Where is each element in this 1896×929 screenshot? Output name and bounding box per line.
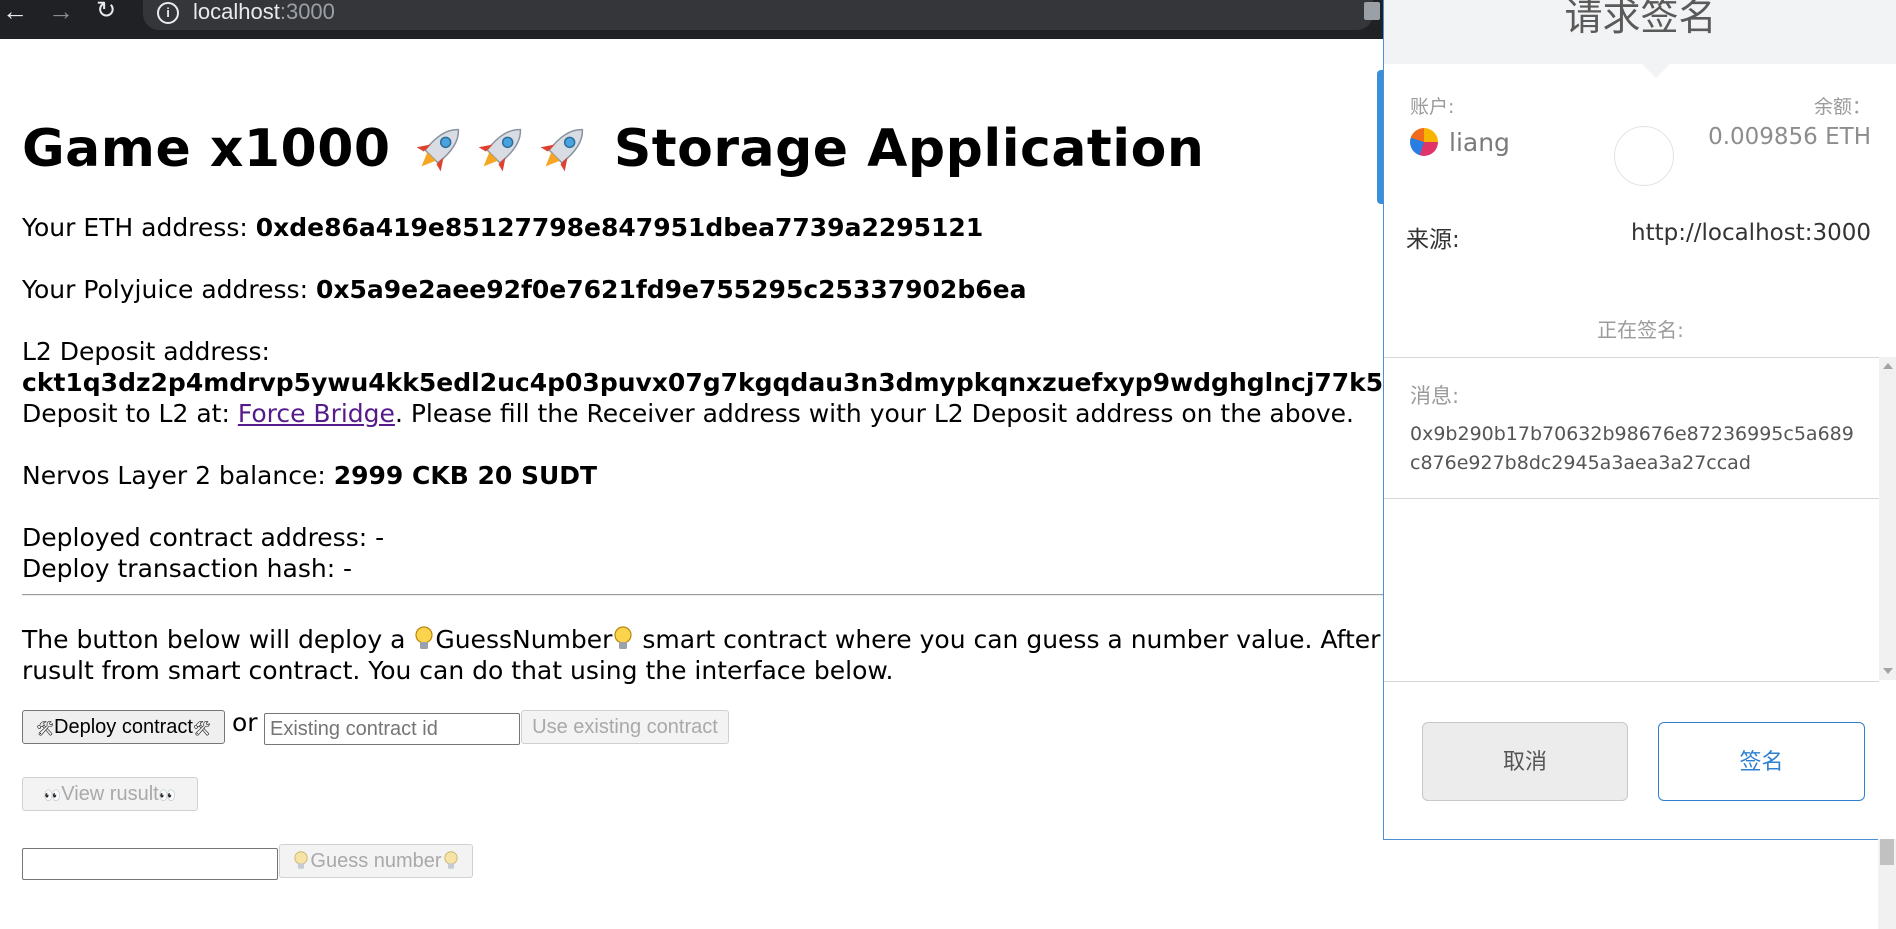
divider [22, 594, 1384, 596]
deploy-transaction-hash: Deploy transaction hash: - [22, 554, 353, 583]
translate-icon[interactable] [1364, 2, 1380, 20]
lightbulb-icon [443, 851, 458, 869]
guess-number-label: Guess number [310, 850, 442, 872]
deposit-prefix: Deposit to L2 at: [22, 399, 238, 428]
description-line-1: The button below will deploy a GuessNumb… [22, 625, 1384, 654]
guess-number-input[interactable] [22, 848, 278, 880]
balance-value: 2999 CKB 20 SUDT [333, 461, 598, 490]
site-info-icon[interactable]: i [157, 2, 179, 24]
account-avatar-icon [1410, 128, 1438, 156]
view-result-label: View rusult [61, 783, 159, 805]
dapp-page: Game x1000 Storage Application Your ETH … [0, 39, 1384, 929]
eth-address-line: Your ETH address: 0xde86a419e85127798e84… [22, 213, 983, 242]
deploy-contract-label: Deploy contract [54, 716, 193, 738]
lightbulb-icon [415, 626, 433, 649]
rocket-icon [478, 128, 522, 172]
polyjuice-address-value: 0x5a9e2aee92f0e7621fd9e755295c25337902b6… [315, 275, 1027, 304]
description-contract-name: GuessNumber [435, 625, 613, 654]
l2-deposit-label: L2 Deposit address: [22, 337, 270, 366]
eyes-icon: 👀 [158, 787, 177, 803]
lightbulb-icon [294, 851, 309, 869]
identicon-placeholder [1614, 126, 1674, 186]
account-name: liang [1449, 128, 1510, 157]
tools-icon: 🛠 [36, 720, 55, 736]
view-result-button[interactable]: 👀View rusult👀 [22, 777, 198, 811]
signing-label: 正在签名: [1597, 318, 1684, 342]
sign-button[interactable]: 签名 [1658, 722, 1865, 801]
url-host: localhost [193, 0, 280, 24]
cancel-button[interactable]: 取消 [1422, 722, 1628, 801]
header-pointer [1642, 64, 1670, 78]
balance-line: Nervos Layer 2 balance: 2999 CKB 20 SUDT [22, 461, 597, 490]
or-text: or [232, 708, 258, 737]
eyes-icon: 👀 [43, 787, 62, 803]
deployed-contract-address: Deployed contract address: - [22, 523, 385, 552]
message-content: 0x9b290b17b70632b98676e87236995c5a689c87… [1410, 423, 1854, 474]
description-text-2: smart contract where you can guess a num… [642, 625, 1384, 654]
scroll-up-icon[interactable] [1883, 363, 1893, 369]
scroll-down-icon[interactable] [1883, 668, 1893, 674]
existing-contract-input[interactable] [264, 713, 520, 745]
eth-address-value: 0xde86a419e85127798e847951dbea7739a22951… [255, 213, 984, 242]
forward-arrow-icon[interactable]: → [48, 0, 74, 24]
description-line-2: rusult from smart contract. You can do t… [22, 656, 894, 685]
reload-icon[interactable]: ↻ [96, 0, 116, 24]
popup-title: 请求签名 [1564, 0, 1717, 39]
deposit-suffix: . Please fill the Receiver address with … [394, 399, 1355, 428]
rocket-icon [416, 128, 460, 172]
back-arrow-icon[interactable]: ← [2, 0, 28, 24]
l2-deposit-address: ckt1q3dz2p4mdrvp5ywu4kk5edl2uc4p03puvx07… [22, 368, 1384, 397]
rocket-icon [540, 128, 584, 172]
use-existing-contract-button[interactable]: Use existing contract [521, 710, 729, 744]
tools-icon: 🛠 [192, 720, 211, 736]
l2-deposit-address-value: ckt1q3dz2p4mdrvp5ywu4kk5edl2uc4p03puvx07… [22, 368, 1384, 397]
scrollbar-thumb[interactable] [1880, 839, 1894, 865]
balance-label: 余额： [1813, 96, 1871, 118]
url-text[interactable]: localhost:3000 [193, 0, 335, 24]
account-label: 账户: [1410, 96, 1455, 118]
deposit-instructions: Deposit to L2 at: Force Bridge. Please f… [22, 399, 1354, 428]
account-balance: 0.009856 ETH [1708, 124, 1871, 150]
guess-number-button[interactable]: Guess number [279, 844, 473, 878]
url-port: :3000 [279, 0, 335, 24]
address-bar[interactable]: i localhost:3000 [143, 0, 1373, 30]
polyjuice-address-label: Your Polyjuice address: [22, 275, 316, 304]
title-start: Game x1000 [22, 119, 391, 179]
polyjuice-address-line: Your Polyjuice address: 0x5a9e2aee92f0e7… [22, 275, 1026, 304]
page-scrollbar[interactable] [1878, 839, 1896, 929]
description-text-1: The button below will deploy a [22, 625, 414, 654]
message-label: 消息: [1410, 384, 1460, 408]
balance-label: Nervos Layer 2 balance: [22, 461, 334, 490]
popup-header: 请求签名 [1384, 0, 1896, 64]
message-scrollbar[interactable] [1879, 357, 1896, 680]
page-title: Game x1000 Storage Application [22, 119, 1204, 179]
force-bridge-link[interactable]: Force Bridge [238, 399, 395, 428]
signature-request-popup: 请求签名 账户: 余额： liang 0.009856 ETH 来源: http… [1383, 0, 1896, 840]
eth-address-label: Your ETH address: [22, 213, 256, 242]
origin-label: 来源: [1406, 227, 1460, 253]
lightbulb-icon [614, 626, 633, 649]
origin-value: http://localhost:3000 [1631, 220, 1871, 246]
deploy-contract-button[interactable]: 🛠Deploy contract🛠 [22, 710, 225, 744]
title-end: Storage Application [613, 119, 1205, 179]
message-divider [1384, 498, 1879, 499]
